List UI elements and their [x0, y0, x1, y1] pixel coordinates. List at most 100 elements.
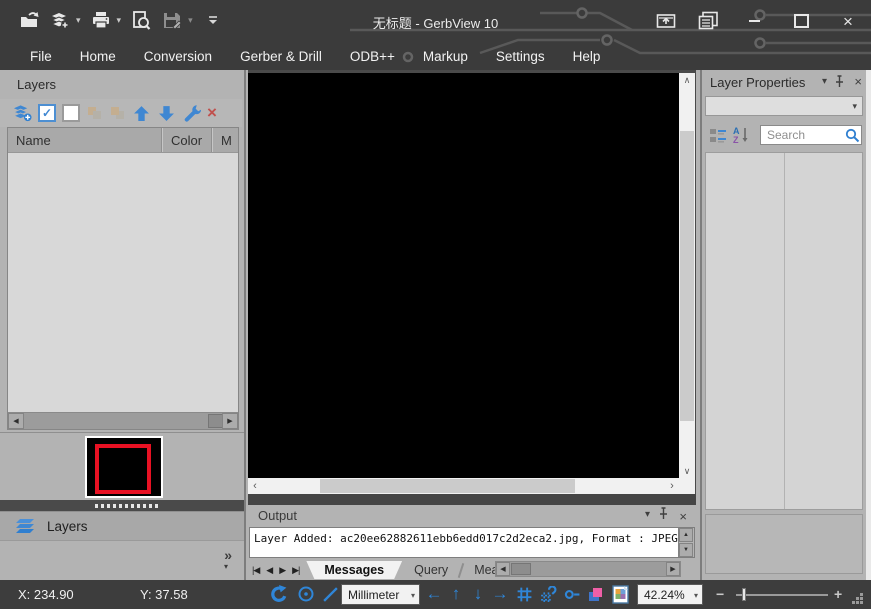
- move-top-icon: [86, 105, 103, 121]
- scroll-down-icon[interactable]: ∨: [679, 464, 695, 478]
- add-layer-icon[interactable]: [13, 104, 32, 122]
- zoom-slider-handle[interactable]: [742, 588, 746, 601]
- scrollbar-thumb[interactable]: [511, 563, 531, 575]
- nav-next-icon[interactable]: ▶: [279, 565, 285, 576]
- move-up-icon[interactable]: [132, 104, 151, 122]
- colors-icon[interactable]: [586, 584, 606, 604]
- scroll-left-icon[interactable]: ‹: [248, 478, 262, 494]
- move-bottom-icon: [109, 105, 126, 121]
- dock-tab-label: Layers: [47, 519, 88, 534]
- overflow-caret-icon[interactable]: ▾: [224, 562, 228, 571]
- tab-odb[interactable]: ODB++: [350, 49, 395, 64]
- zoom-slider-track[interactable]: [736, 594, 828, 596]
- output-tab-bar: |◀ ◀ ▶ ▶| Messages Query Measur: [252, 560, 520, 580]
- show-all-checkbox-icon[interactable]: ✓: [38, 104, 56, 122]
- output-tabs-hscrollbar[interactable]: ◀ ▶: [495, 561, 681, 577]
- grid-icon[interactable]: [514, 584, 534, 604]
- scroll-right-icon[interactable]: ›: [665, 478, 679, 494]
- combobox-caret-icon: ▾: [694, 591, 698, 600]
- panel-close-icon[interactable]: ×: [854, 74, 862, 89]
- switch-windows-icon[interactable]: [693, 10, 723, 32]
- output-tab-query[interactable]: Query: [402, 561, 460, 579]
- alphabetical-sort-icon[interactable]: AZ: [732, 126, 751, 144]
- scrollbar-thumb[interactable]: [208, 414, 223, 428]
- layer-selector-combobox[interactable]: ▾: [705, 96, 863, 116]
- layers-table-hscrollbar[interactable]: ◀ ▶: [8, 412, 238, 429]
- search-icon[interactable]: [843, 126, 861, 144]
- undo-view-icon[interactable]: [268, 584, 288, 604]
- layers-table-body: [8, 152, 238, 412]
- scroll-right-icon[interactable]: ▶: [666, 562, 680, 576]
- tab-home[interactable]: Home: [80, 49, 116, 64]
- resize-grip-icon[interactable]: [848, 588, 868, 608]
- pan-down-icon[interactable]: ↓: [468, 584, 488, 604]
- categorized-view-icon[interactable]: [708, 126, 727, 144]
- layers-panel-title: Layers: [0, 70, 244, 100]
- tab-conversion[interactable]: Conversion: [144, 49, 212, 64]
- unit-combobox[interactable]: Millimeter ▾: [341, 584, 420, 605]
- scrollbar-thumb[interactable]: [680, 131, 694, 421]
- layers-table-header: Name Color M: [8, 128, 238, 153]
- column-name[interactable]: Name: [8, 128, 163, 152]
- panel-splitter-grip[interactable]: [0, 500, 244, 511]
- layer-settings-icon[interactable]: [182, 104, 201, 122]
- tab-settings[interactable]: Settings: [496, 49, 545, 64]
- snap-grid-icon[interactable]: [538, 584, 558, 604]
- scrollbar-thumb[interactable]: [320, 479, 575, 493]
- status-bar: X: 234.90 Y: 37.58 Millimeter ▾ ← ↑ ↓ →: [0, 580, 871, 609]
- minimize-icon[interactable]: [739, 10, 769, 32]
- overflow-chevron-icon[interactable]: »: [224, 547, 232, 563]
- output-message: Layer Added: ac20ee62882611ebb6edd017c2d…: [250, 528, 694, 549]
- canvas-vscrollbar[interactable]: ∧ ∨: [679, 73, 695, 478]
- panel-dropdown-icon[interactable]: ▾: [822, 76, 827, 87]
- tab-markup[interactable]: Markup: [423, 49, 468, 64]
- canvas-hscrollbar[interactable]: ‹ ›: [248, 478, 679, 494]
- hide-all-checkbox-icon[interactable]: [62, 104, 80, 122]
- measure-line-icon[interactable]: [320, 584, 340, 604]
- tab-file[interactable]: File: [30, 49, 52, 64]
- tab-gerber-drill[interactable]: Gerber & Drill: [240, 49, 322, 64]
- panel-close-icon[interactable]: ×: [679, 509, 687, 524]
- column-m[interactable]: M: [213, 128, 238, 152]
- panel-dropdown-icon[interactable]: ▾: [645, 509, 650, 520]
- image-icon[interactable]: [610, 584, 630, 604]
- zoom-combobox[interactable]: 42.24% ▾: [637, 584, 703, 605]
- pan-up-icon[interactable]: ↑: [446, 584, 466, 604]
- output-vscrollbar[interactable]: ▲ ▼: [678, 528, 694, 557]
- window-controls: ×: [651, 10, 863, 32]
- nav-prev-icon[interactable]: ◀: [266, 565, 272, 576]
- output-message-box[interactable]: Layer Added: ac20ee62882611ebb6edd017c2d…: [249, 527, 695, 558]
- tab-help[interactable]: Help: [573, 49, 601, 64]
- panel-footer: » ▾: [0, 541, 244, 580]
- zoom-in-icon[interactable]: +: [834, 586, 842, 602]
- panel-pin-icon[interactable]: [834, 75, 845, 91]
- column-color[interactable]: Color: [163, 128, 213, 152]
- nav-first-icon[interactable]: |◀: [252, 565, 259, 576]
- origin-circle-icon[interactable]: [296, 584, 316, 604]
- layer-thumbnail[interactable]: [85, 436, 163, 498]
- scroll-down-icon[interactable]: ▼: [679, 543, 693, 557]
- scroll-right-icon[interactable]: ▶: [222, 413, 238, 429]
- minimize-ribbon-icon[interactable]: [651, 10, 681, 32]
- maximize-icon[interactable]: [786, 10, 816, 32]
- scroll-up-icon[interactable]: ▲: [679, 528, 693, 542]
- scroll-left-icon[interactable]: ◀: [8, 413, 24, 429]
- canvas-output-divider: [248, 494, 696, 505]
- pan-left-icon[interactable]: ←: [424, 584, 444, 604]
- scroll-left-icon[interactable]: ◀: [496, 562, 510, 576]
- zoom-out-icon[interactable]: −: [716, 586, 724, 602]
- move-down-icon[interactable]: [157, 104, 176, 122]
- nav-last-icon[interactable]: ▶|: [292, 565, 299, 576]
- output-tab-messages[interactable]: Messages: [306, 561, 402, 579]
- scroll-up-icon[interactable]: ∧: [679, 73, 695, 87]
- gerber-canvas[interactable]: [248, 73, 679, 478]
- close-icon[interactable]: ×: [833, 10, 863, 32]
- thumbnail-red-outline: [95, 444, 151, 494]
- search-input[interactable]: [761, 127, 843, 143]
- pan-right-icon[interactable]: →: [490, 584, 510, 604]
- panel-pin-icon[interactable]: [658, 507, 669, 523]
- dock-tab-layers[interactable]: Layers: [0, 511, 244, 541]
- combobox-caret-icon: ▾: [411, 591, 415, 600]
- delete-layer-icon[interactable]: ×: [207, 105, 217, 121]
- vertex-snap-icon[interactable]: [562, 584, 582, 604]
